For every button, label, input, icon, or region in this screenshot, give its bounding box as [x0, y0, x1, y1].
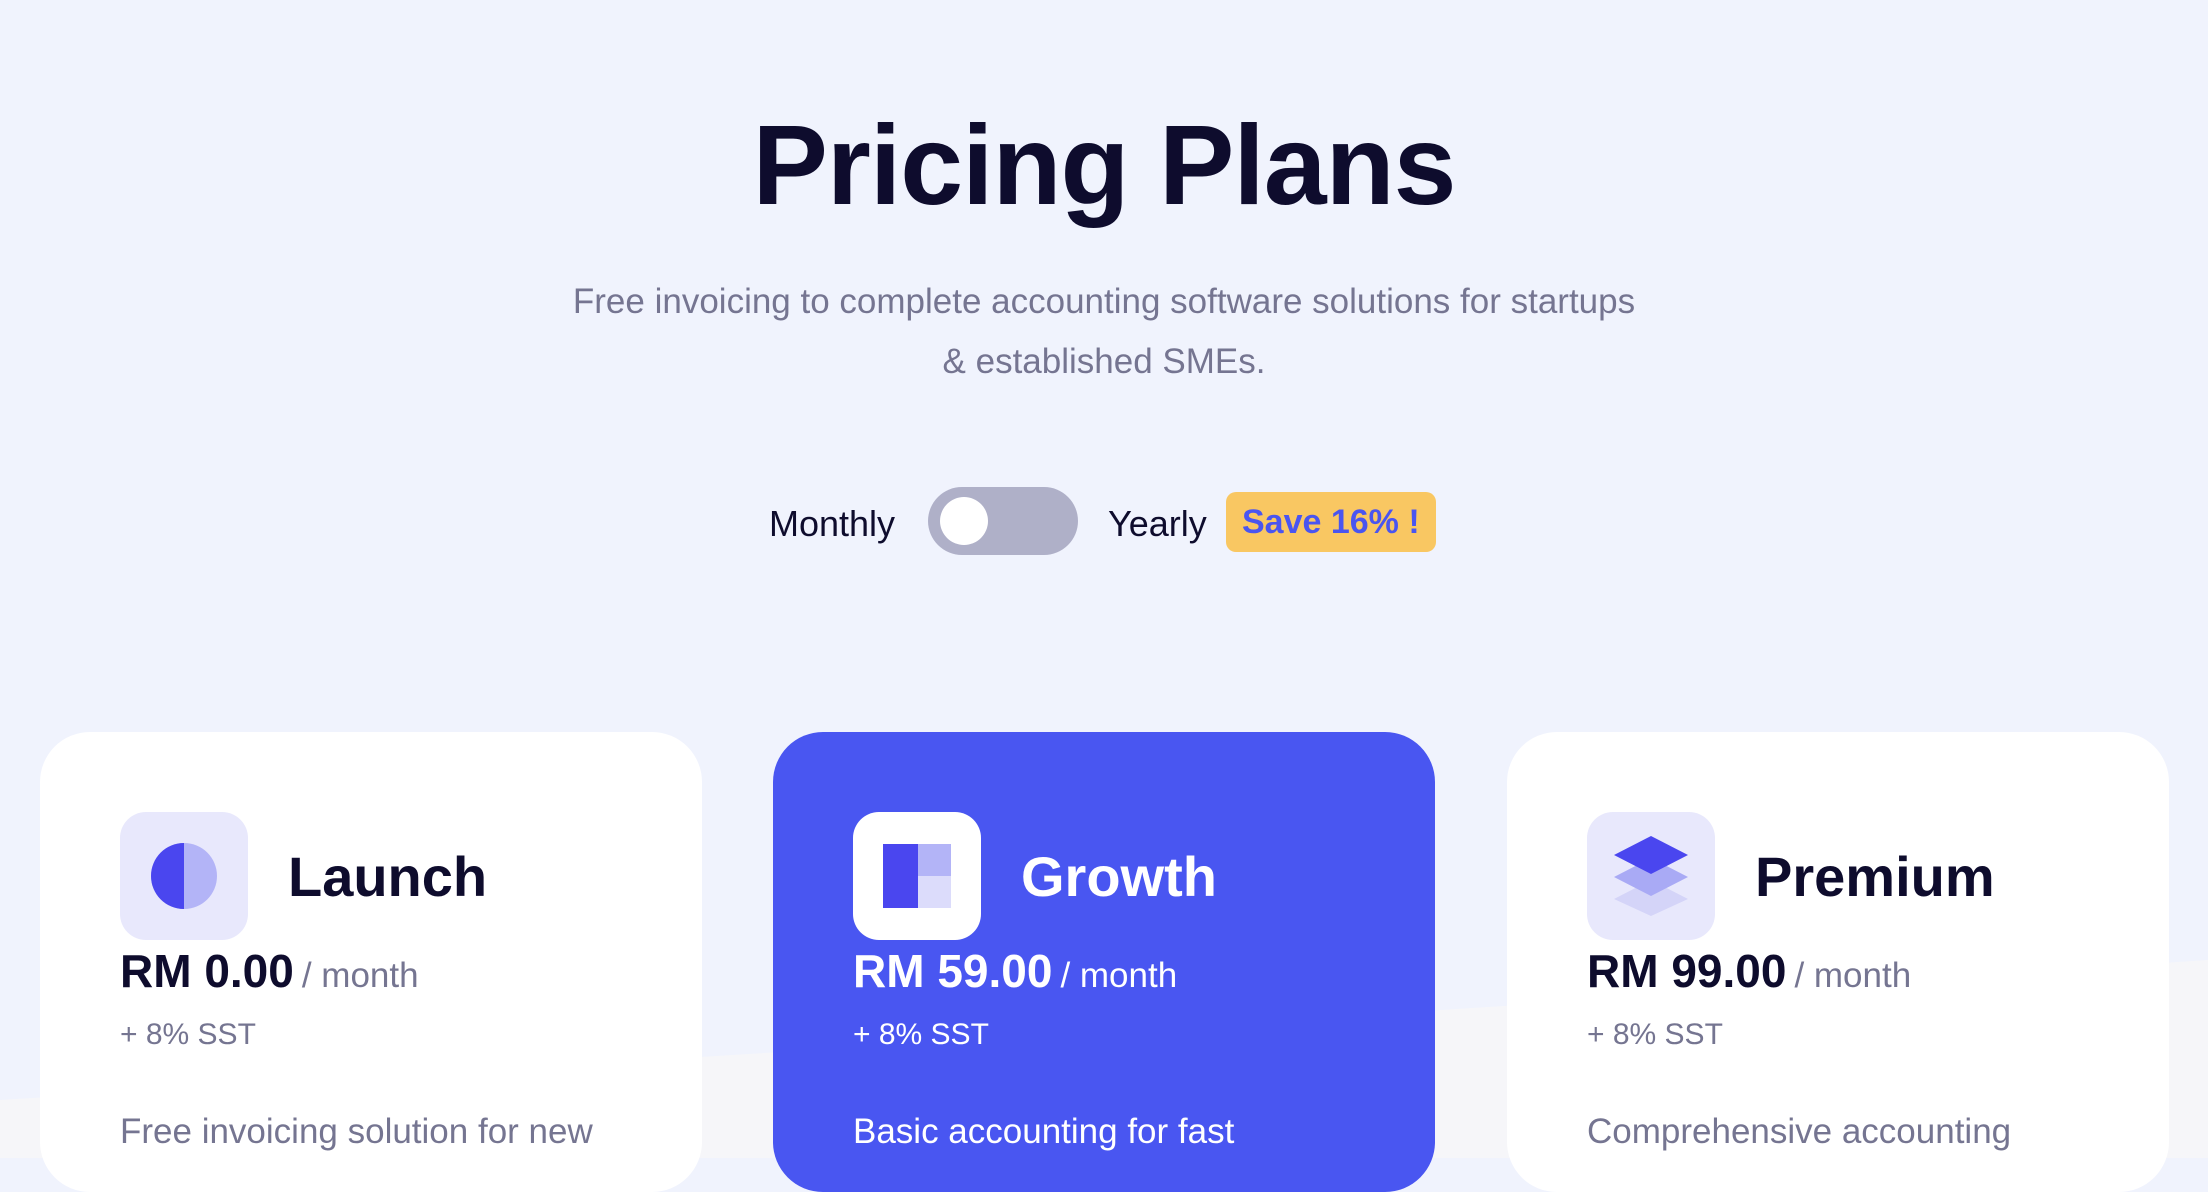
- plan-description: Basic accounting for fast: [853, 1112, 1235, 1151]
- price-period: / month: [1794, 956, 1912, 995]
- layered-cube-icon: [1614, 836, 1688, 916]
- plan-icon-tile: [120, 812, 248, 940]
- yearly-label[interactable]: Yearly: [1108, 503, 1207, 545]
- plan-icon-tile: [1587, 812, 1715, 940]
- page-title: Pricing Plans: [752, 102, 1457, 228]
- price-line: RM 59.00/ month: [853, 944, 1177, 998]
- layout-blocks-icon: [883, 844, 951, 908]
- plan-card-growth[interactable]: Growth RM 59.00/ month + 8% SST Basic ac…: [773, 732, 1435, 1192]
- plan-description: Free invoicing solution for new: [120, 1112, 593, 1151]
- plan-name: Growth: [1021, 845, 1217, 908]
- tax-note: + 8% SST: [853, 1018, 989, 1051]
- plan-icon-tile: [853, 812, 981, 940]
- plan-description: Comprehensive accounting: [1587, 1112, 2012, 1151]
- save-badge: Save 16% !: [1226, 492, 1436, 552]
- monthly-label[interactable]: Monthly: [769, 503, 895, 545]
- tax-note: + 8% SST: [1587, 1018, 1723, 1051]
- half-circle-icon: [151, 843, 217, 909]
- tax-note: + 8% SST: [120, 1018, 256, 1051]
- plan-card-premium[interactable]: Premium RM 99.00/ month + 8% SST Compreh…: [1507, 732, 2169, 1192]
- plan-card-launch[interactable]: Launch RM 0.00/ month + 8% SST Free invo…: [40, 732, 702, 1192]
- price-line: RM 0.00/ month: [120, 944, 419, 998]
- price-line: RM 99.00/ month: [1587, 944, 1911, 998]
- page-subtitle: Free invoicing to complete accounting so…: [572, 282, 1636, 381]
- price-amount: RM 99.00: [1587, 945, 1787, 997]
- price-period: / month: [301, 956, 419, 995]
- plan-name: Premium: [1755, 845, 1995, 908]
- billing-toggle-switch[interactable]: [928, 487, 1078, 555]
- price-amount: RM 59.00: [853, 945, 1053, 997]
- price-period: / month: [1060, 956, 1178, 995]
- toggle-knob: [940, 497, 988, 545]
- price-amount: RM 0.00: [120, 945, 294, 997]
- plan-name: Launch: [288, 845, 488, 908]
- billing-period-toggle: Monthly Yearly Save 16% !: [0, 487, 2208, 557]
